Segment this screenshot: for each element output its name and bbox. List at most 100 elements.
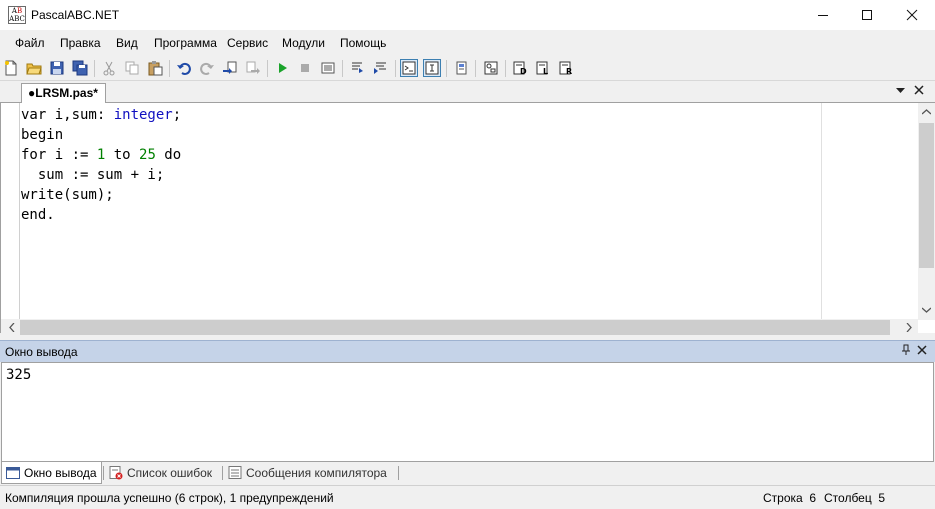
cut-icon (103, 61, 115, 76)
close-window-button[interactable] (889, 0, 935, 30)
chevron-up-icon (922, 108, 931, 114)
navigate-forward-button[interactable] (244, 59, 262, 77)
scroll-down-arrow[interactable] (918, 301, 935, 318)
run-button[interactable] (273, 59, 291, 77)
redo-button[interactable] (198, 59, 216, 77)
scroll-left-arrow[interactable] (3, 319, 20, 336)
program-output: 325 (6, 367, 32, 383)
open-file-button[interactable] (25, 59, 43, 77)
tab-compiler-messages-label: Сообщения компилятора (246, 466, 387, 480)
scroll-up-arrow[interactable] (918, 103, 935, 120)
debug-step-over-button[interactable] (372, 59, 390, 77)
doc-gen-button[interactable]: D (511, 59, 529, 77)
menu-program[interactable]: Программа (154, 36, 217, 50)
refactor-button[interactable]: R (557, 59, 575, 77)
code-line[interactable]: write(sum); (21, 185, 181, 205)
code-text[interactable]: var i,sum: integer; begin for i := 1 to 25… (21, 105, 181, 225)
form-designer-icon (425, 61, 439, 75)
compiler-options-button[interactable] (452, 59, 470, 77)
pin-panel-button[interactable] (901, 344, 911, 359)
code-line[interactable]: var i,sum: integer; (21, 105, 181, 125)
cursor-column-label: Столбец (824, 491, 872, 505)
menu-view[interactable]: Вид (116, 36, 138, 50)
editor-gutter-divider (19, 103, 20, 320)
toolbar-separator (94, 60, 95, 77)
horizontal-scroll-thumb[interactable] (20, 320, 890, 335)
compiler-options-icon (456, 61, 467, 75)
tab-separator (398, 466, 399, 480)
output-window-toggle[interactable] (400, 59, 418, 77)
menu-help[interactable]: Помощь (340, 36, 386, 50)
maximize-button[interactable] (844, 0, 890, 30)
paste-icon (148, 61, 163, 76)
tab-lrsm-pas[interactable]: ●LRSM.pas* (21, 83, 106, 104)
svg-text:D: D (520, 67, 527, 76)
code-template-button[interactable] (482, 59, 500, 77)
undo-icon (177, 62, 191, 75)
refactor-icon: R (559, 61, 572, 76)
code-line[interactable]: end. (21, 205, 181, 225)
tab-compiler-messages[interactable]: Сообщения компилятора (224, 462, 391, 484)
editor-horizontal-scrollbar[interactable] (1, 319, 918, 336)
menu-file[interactable]: Файл (15, 36, 45, 50)
save-button[interactable] (48, 59, 66, 77)
minimize-button[interactable] (800, 0, 846, 30)
save-all-icon (72, 60, 88, 76)
menu-service[interactable]: Сервис (227, 36, 268, 50)
code-token: var i,sum: (21, 107, 114, 123)
open-folder-icon (26, 63, 42, 75)
text-format-button[interactable]: L (534, 59, 552, 77)
menu-modules[interactable]: Модули (282, 36, 325, 50)
code-line[interactable]: sum := sum + i; (21, 165, 181, 185)
title-bar: AB ABC PascalABC.NET (0, 0, 935, 30)
pascalabc-app-icon: AB ABC (8, 6, 26, 24)
save-all-button[interactable] (71, 59, 89, 77)
code-token: write(sum); (21, 187, 114, 203)
paste-button[interactable] (146, 59, 164, 77)
menu-bar: Файл Правка Вид Программа Сервис Модули … (0, 30, 935, 55)
code-token: 25 (139, 147, 156, 163)
close-tab-button[interactable] (914, 84, 924, 98)
text-format-icon: L (536, 61, 548, 76)
code-template-icon (484, 61, 498, 75)
editor-vertical-scrollbar[interactable] (918, 103, 935, 320)
toolbar-separator (395, 60, 396, 77)
copy-icon (125, 61, 139, 75)
cut-button[interactable] (100, 59, 118, 77)
compile-button[interactable] (319, 59, 337, 77)
minimize-icon (818, 15, 828, 16)
new-file-button[interactable] (2, 59, 20, 77)
svg-text:R: R (566, 67, 572, 76)
output-window[interactable]: 325 (1, 362, 934, 462)
tab-output-window[interactable]: Окно вывода (1, 462, 102, 484)
tab-output-window-label: Окно вывода (24, 465, 97, 480)
status-message: Компиляция прошла успешно (6 строк), 1 п… (5, 491, 334, 505)
navigate-back-button[interactable] (221, 59, 239, 77)
cursor-column: Столбец 5 (824, 491, 885, 505)
stop-button[interactable] (296, 59, 314, 77)
copy-button[interactable] (123, 59, 141, 77)
toolbar: D L R (0, 55, 935, 81)
save-icon (50, 61, 64, 75)
code-line[interactable]: for i := 1 to 25 do (21, 145, 181, 165)
stop-icon (301, 64, 309, 72)
form-designer-toggle[interactable] (423, 59, 441, 77)
doc-gen-icon: D (513, 61, 527, 76)
toolbar-separator (169, 60, 170, 77)
menu-edit[interactable]: Правка (60, 36, 101, 50)
close-panel-button[interactable] (917, 344, 927, 358)
debug-step-button[interactable] (348, 59, 366, 77)
scroll-right-arrow[interactable] (900, 319, 917, 336)
toolbar-separator (446, 60, 447, 77)
vertical-scroll-thumb[interactable] (919, 123, 934, 268)
code-editor[interactable]: var i,sum: integer; begin for i := 1 to 25… (0, 103, 935, 336)
cursor-row-label: Строка (763, 491, 803, 505)
code-line[interactable]: begin (21, 125, 181, 145)
document-tab-strip: ●LRSM.pas* (0, 81, 935, 104)
tab-list-dropdown[interactable] (896, 86, 905, 96)
tab-error-list[interactable]: Список ошибок (105, 462, 216, 484)
undo-button[interactable] (175, 59, 193, 77)
code-token: do (155, 147, 182, 163)
compile-icon (321, 62, 335, 74)
cursor-row-value: 6 (809, 491, 817, 505)
